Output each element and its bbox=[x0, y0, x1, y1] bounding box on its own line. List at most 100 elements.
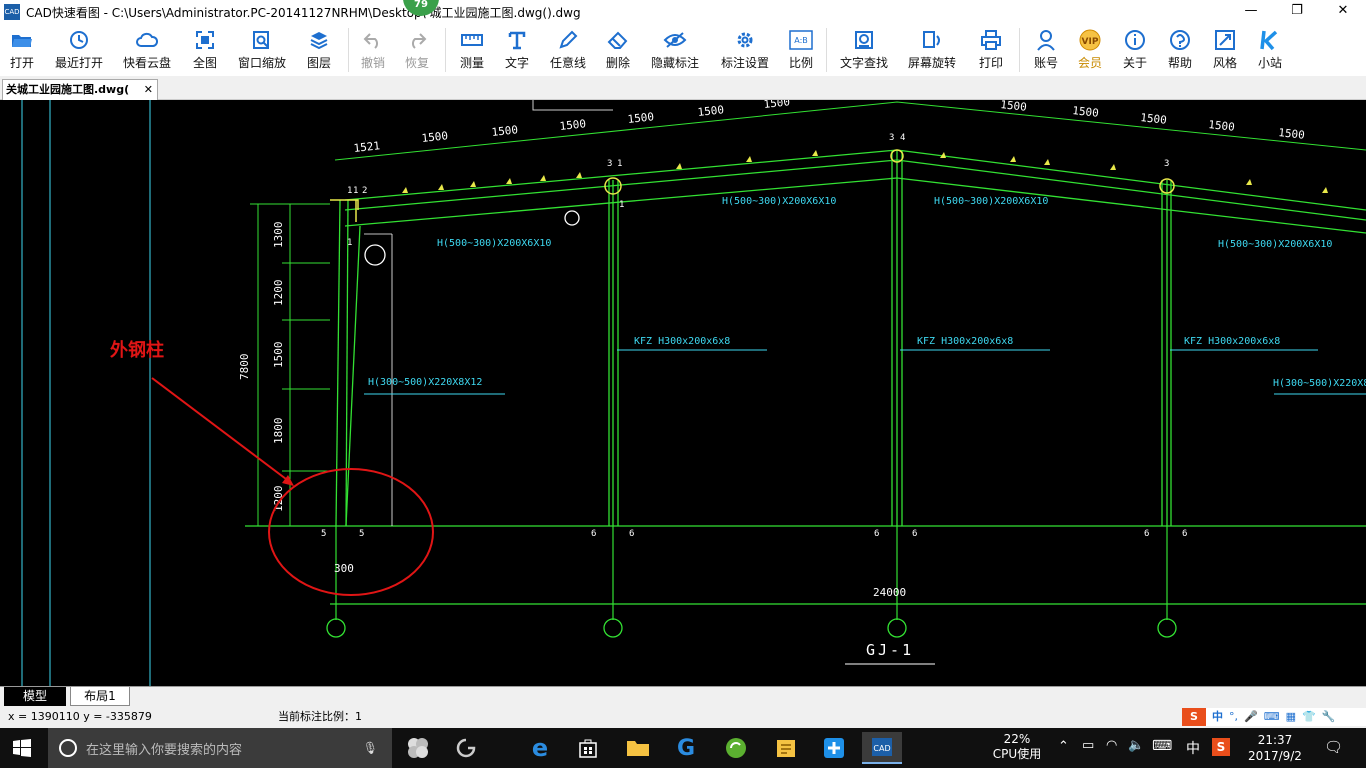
fit-screen-icon bbox=[193, 29, 217, 51]
refresh-app-icon[interactable] bbox=[716, 732, 756, 764]
print-label: 打印 bbox=[978, 56, 1003, 70]
window-title: CAD快速看图 - C:\Users\Administrator.PC-2014… bbox=[26, 5, 581, 20]
cortana-icon bbox=[59, 739, 77, 757]
task-app-spiral-icon[interactable] bbox=[446, 732, 486, 764]
find-text-icon bbox=[852, 29, 876, 51]
grid-icon[interactable]: ▦ bbox=[1286, 706, 1296, 728]
microphone-icon[interactable]: 🎤 bbox=[1244, 706, 1258, 728]
account-button[interactable]: 账号 bbox=[1024, 24, 1068, 76]
task-app-pinwheel-icon[interactable] bbox=[398, 732, 438, 764]
freeline-button[interactable]: 任意线 bbox=[540, 24, 596, 76]
minimize-button[interactable]: — bbox=[1228, 0, 1274, 24]
beam-label: H(500~300)X200X6X10 bbox=[437, 238, 551, 249]
tab-model[interactable]: 模型 bbox=[4, 687, 66, 706]
dim-label: 1521 bbox=[353, 139, 381, 155]
style-button[interactable]: 风格 bbox=[1202, 24, 1248, 76]
wrench-icon[interactable]: 🔧 bbox=[1322, 706, 1336, 728]
tab-layout1[interactable]: 布局1 bbox=[70, 687, 130, 706]
close-tab-icon[interactable]: ✕ bbox=[144, 80, 153, 99]
layers-button[interactable]: 图层 bbox=[294, 24, 344, 76]
scale-readout: 当前标注比例：1 bbox=[278, 710, 362, 723]
about-button[interactable]: 关于 bbox=[1112, 24, 1158, 76]
browser-g-icon[interactable]: G bbox=[666, 732, 706, 764]
dim-label: 1800 bbox=[272, 418, 285, 445]
measure-button[interactable]: 测量 bbox=[450, 24, 494, 76]
delete-button[interactable]: 删除 bbox=[596, 24, 640, 76]
windows-start-icon[interactable] bbox=[2, 732, 42, 764]
node-mark: 1 bbox=[617, 159, 622, 169]
cpu-meter[interactable]: 22% CPU使用 bbox=[990, 732, 1044, 762]
dim-label: 1500 bbox=[1072, 104, 1100, 120]
keyboard-icon[interactable]: ⌨ bbox=[1152, 738, 1172, 754]
sogou-tray-icon[interactable]: S bbox=[1212, 738, 1230, 756]
cloud-button[interactable]: 快看云盘 bbox=[114, 24, 180, 76]
taskbar: 在这里输入你要搜索的内容 🎙 e G CAD 22% CPU使用 ⌃ ▭ ◠ 🔈… bbox=[0, 728, 1366, 768]
wifi-icon[interactable]: ◠ bbox=[1106, 738, 1117, 753]
chevron-up-icon[interactable]: ⌃ bbox=[1058, 739, 1069, 754]
open-button[interactable]: 打开 bbox=[0, 24, 44, 76]
plus-app-icon[interactable] bbox=[814, 732, 854, 764]
clock[interactable]: 21:37 2017/9/2 bbox=[1240, 732, 1310, 764]
find-text-label: 文字查找 bbox=[839, 56, 888, 70]
zoom-window-button[interactable]: 窗口缩放 bbox=[230, 24, 294, 76]
annotation-settings-button[interactable]: 标注设置 bbox=[710, 24, 780, 76]
notification-icon[interactable]: 🗨 bbox=[1324, 738, 1343, 756]
maximize-button[interactable]: ❐ bbox=[1274, 0, 1320, 24]
file-explorer-icon[interactable] bbox=[618, 732, 658, 764]
store-icon[interactable] bbox=[568, 732, 608, 764]
measure-label: 测量 bbox=[459, 56, 484, 70]
keyboard-icon[interactable]: ⌨ bbox=[1264, 706, 1280, 728]
site-button[interactable]: 小站 bbox=[1248, 24, 1292, 76]
find-text-button[interactable]: 文字查找 bbox=[831, 24, 897, 76]
dim-label: 1500 bbox=[1278, 126, 1306, 142]
vip-button[interactable]: VIP 会员 bbox=[1068, 24, 1112, 76]
volume-icon[interactable]: 🔈 bbox=[1128, 738, 1144, 753]
column-label: H(300~500)X220X8X12 bbox=[368, 377, 482, 388]
base-mark: 6 bbox=[912, 529, 917, 539]
vip-label: 会员 bbox=[1077, 56, 1102, 70]
microphone-icon[interactable]: 🎙 bbox=[363, 741, 378, 755]
recent-button[interactable]: 最近打开 bbox=[44, 24, 114, 76]
taskbar-search[interactable]: 在这里输入你要搜索的内容 🎙 bbox=[48, 728, 392, 768]
redo-icon bbox=[405, 29, 429, 51]
punctuation-icon[interactable]: °, bbox=[1229, 706, 1238, 728]
rotate-screen-button[interactable]: 屏幕旋转 bbox=[897, 24, 967, 76]
text-button[interactable]: 文字 bbox=[494, 24, 540, 76]
about-label: 关于 bbox=[1122, 56, 1147, 70]
rotate-screen-label: 屏幕旋转 bbox=[907, 56, 956, 70]
cad-taskbar-text: CAD bbox=[873, 744, 890, 753]
dim-label: 1200 bbox=[272, 486, 285, 513]
layers-label: 图层 bbox=[306, 56, 331, 70]
zoom-window-label: 窗口缩放 bbox=[237, 56, 286, 70]
scale-button[interactable]: A:B 比例 bbox=[780, 24, 822, 76]
edge-browser-icon[interactable]: e bbox=[520, 732, 560, 764]
cad-viewer-taskbar-icon[interactable]: CAD bbox=[862, 732, 902, 764]
fit-all-button[interactable]: 全图 bbox=[180, 24, 230, 76]
hide-annotation-button[interactable]: 隐藏标注 bbox=[640, 24, 710, 76]
undo-icon bbox=[361, 29, 385, 51]
help-button[interactable]: 帮助 bbox=[1158, 24, 1202, 76]
document-tab[interactable]: 关城工业园施工图.dwg( ✕ bbox=[2, 79, 158, 100]
redo-button[interactable]: 恢复 bbox=[393, 24, 441, 76]
dim-label: 1500 bbox=[697, 103, 725, 119]
node-mark: 3 bbox=[1164, 159, 1169, 169]
ime-toolbar[interactable]: S 中 °, 🎤 ⌨ ▦ 👕 🔧 bbox=[1182, 708, 1366, 726]
undo-button[interactable]: 撤销 bbox=[353, 24, 393, 76]
toolbar-divider bbox=[445, 28, 446, 72]
user-icon bbox=[1034, 29, 1058, 51]
drawing-canvas[interactable]: 1521 1500 1500 1500 1500 1500 1500 1500 … bbox=[0, 100, 1366, 686]
text-label: 文字 bbox=[504, 56, 529, 70]
background-guides bbox=[21, 100, 613, 686]
notes-app-icon[interactable] bbox=[766, 732, 806, 764]
skin-icon[interactable]: 👕 bbox=[1302, 706, 1316, 728]
input-language-label[interactable]: 中 bbox=[1186, 738, 1200, 758]
search-placeholder[interactable]: 在这里输入你要搜索的内容 bbox=[86, 739, 242, 758]
dimension-labels-top: 1521 1500 1500 1500 1500 1500 1500 1500 … bbox=[353, 100, 1305, 155]
battery-icon[interactable]: ▭ bbox=[1082, 738, 1094, 753]
document-tab-label: 关城工业园施工图.dwg( bbox=[6, 83, 130, 96]
dim-label: 1500 bbox=[272, 342, 285, 369]
print-button[interactable]: 打印 bbox=[967, 24, 1015, 76]
ime-mode-label[interactable]: 中 bbox=[1212, 706, 1223, 728]
scale-icon: A:B bbox=[789, 29, 813, 51]
close-button[interactable]: ✕ bbox=[1320, 0, 1366, 24]
